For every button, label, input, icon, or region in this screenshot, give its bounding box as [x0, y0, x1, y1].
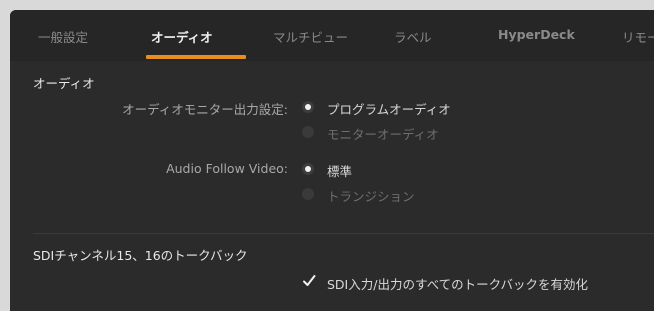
checkmark-icon[interactable]: [302, 274, 316, 288]
audio-section-title: オーディオ: [33, 76, 95, 91]
monitor-output-label: オーディオモニター出力設定:: [122, 102, 288, 117]
settings-panel: 一般設定 オーディオ マルチビュー ラベル HyperDeck リモー オーディ…: [10, 10, 654, 311]
audio-settings-content: オーディオ オーディオモニター出力設定: プログラムオーディオ モニターオーディ…: [10, 61, 654, 311]
option-transition-label[interactable]: トランジション: [327, 186, 415, 205]
talkback-checkbox-label[interactable]: SDI入力/出力のすべてのトークバックを有効化: [327, 274, 588, 293]
audio-follow-video-label: Audio Follow Video:: [166, 161, 288, 176]
tab-labels[interactable]: ラベル: [394, 27, 432, 46]
tab-bar: 一般設定 オーディオ マルチビュー ラベル HyperDeck リモー: [10, 10, 654, 61]
tab-multiview[interactable]: マルチビュー: [273, 27, 348, 46]
section-divider: [33, 233, 654, 234]
radio-program-audio[interactable]: [302, 101, 314, 113]
tab-general[interactable]: 一般設定: [38, 27, 88, 46]
radio-transition[interactable]: [302, 188, 314, 200]
tab-remote[interactable]: リモー: [622, 27, 654, 46]
active-tab-indicator: [146, 55, 246, 59]
option-program-audio-label[interactable]: プログラムオーディオ: [327, 99, 451, 118]
tab-hyperdeck[interactable]: HyperDeck: [498, 27, 575, 42]
option-monitor-audio-label[interactable]: モニターオーディオ: [327, 124, 439, 143]
option-standard-label[interactable]: 標準: [327, 161, 352, 180]
tab-audio[interactable]: オーディオ: [151, 27, 213, 46]
radio-monitor-audio[interactable]: [302, 126, 314, 138]
radio-standard[interactable]: [302, 163, 314, 175]
talkback-section-title: SDIチャンネル15、16のトークバック: [33, 248, 248, 263]
